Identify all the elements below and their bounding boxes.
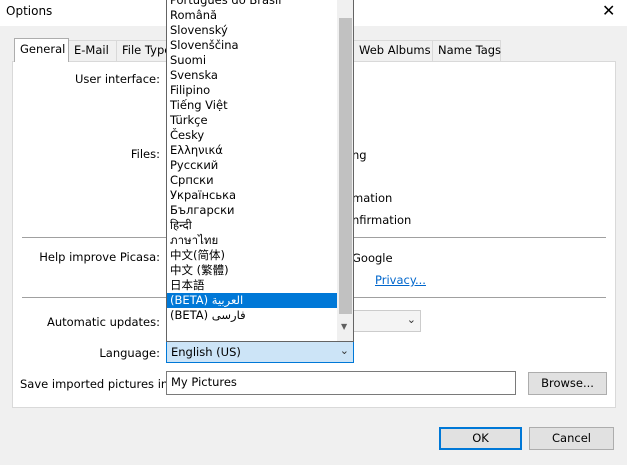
chevron-down-icon: ⌄ [339, 344, 349, 357]
privacy-link[interactable]: Privacy... [375, 273, 426, 287]
language-option[interactable]: Česky [167, 128, 337, 143]
language-select[interactable]: English (US) ⌄ [166, 341, 354, 363]
tab-web-albums[interactable]: Web Albums [353, 40, 433, 61]
chevron-down-icon: ⌄ [406, 313, 416, 326]
save-imported-value: My Pictures [171, 375, 237, 389]
files-label: Files: [130, 147, 160, 161]
files-option-1[interactable]: ng [352, 148, 367, 162]
language-option[interactable]: 中文 (繁體) [167, 263, 337, 278]
language-option[interactable]: 中文(简体) [167, 248, 337, 263]
language-option-selected[interactable]: (BETA) العربية [167, 293, 337, 308]
language-option[interactable]: Slovenščina [167, 38, 337, 53]
language-option[interactable]: Ελληνικά [167, 143, 337, 158]
tab-general[interactable]: General [14, 38, 69, 62]
tab-email[interactable]: E-Mail [68, 40, 117, 61]
language-option[interactable]: Português do Brasil [167, 0, 337, 8]
language-option[interactable]: Русский [167, 158, 337, 173]
language-option[interactable]: (BETA) فارسی [167, 308, 337, 323]
language-option[interactable]: हिन्दी [167, 218, 337, 233]
language-option[interactable]: Српски [167, 173, 337, 188]
language-option[interactable]: Suomi [167, 53, 337, 68]
scroll-down-arrow-icon[interactable]: ▼ [341, 322, 347, 331]
language-option[interactable]: Filipino [167, 83, 337, 98]
scrollbar-thumb[interactable] [339, 18, 352, 314]
save-imported-label: Save imported pictures in: [20, 377, 173, 391]
files-option-3[interactable]: nfirmation [352, 213, 411, 227]
window-title: Options [6, 4, 53, 18]
help-improve-option[interactable]: Google [352, 251, 393, 265]
save-imported-field[interactable]: My Pictures [166, 371, 516, 395]
language-label: Language: [99, 346, 160, 360]
language-option[interactable]: Svenska [167, 68, 337, 83]
language-option[interactable]: Română [167, 8, 337, 23]
browse-button[interactable]: Browse... [528, 372, 607, 395]
language-option[interactable]: Slovenský [167, 23, 337, 38]
help-improve-label: Help improve Picasa: [39, 250, 160, 264]
language-option[interactable]: Türkçe [167, 113, 337, 128]
tab-name-tags[interactable]: Name Tags [432, 40, 501, 61]
language-option[interactable]: 日本語 [167, 278, 337, 293]
ok-button[interactable]: OK [439, 427, 522, 450]
language-selected-value: English (US) [171, 345, 241, 359]
close-icon[interactable]: ✕ [602, 2, 615, 20]
language-option[interactable]: Українська [167, 188, 337, 203]
files-option-2[interactable]: mation [352, 191, 392, 205]
user-interface-label: User interface: [74, 72, 160, 86]
language-option[interactable]: Български [167, 203, 337, 218]
dropdown-scrollbar[interactable]: ▼ [337, 0, 353, 341]
language-option[interactable]: ภาษาไทย [167, 233, 337, 248]
automatic-updates-label: Automatic updates: [46, 315, 160, 329]
cancel-button[interactable]: Cancel [529, 427, 614, 450]
language-dropdown-list[interactable]: Português do Brasil Română Slovenský Slo… [166, 0, 354, 342]
language-option[interactable]: Tiếng Việt [167, 98, 337, 113]
